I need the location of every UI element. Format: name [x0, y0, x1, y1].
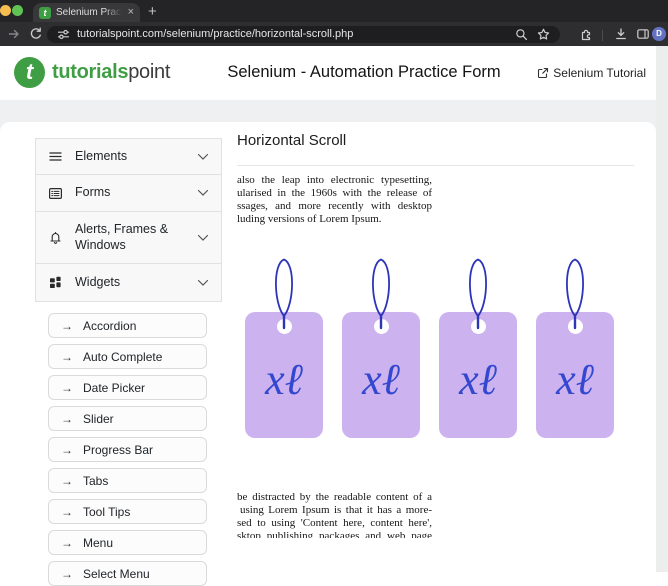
bookmark-star-icon[interactable]: [537, 28, 550, 41]
tutorialspoint-favicon: t: [39, 6, 51, 19]
widgets-grid-icon: [48, 275, 63, 290]
site-settings-icon[interactable]: [57, 28, 70, 41]
tab-title: Selenium Practice - Horizonta: [56, 7, 125, 18]
text-line: ssages, and more recently with desktop: [237, 200, 432, 212]
text-line: ularised in the 1960s with the release o…: [237, 187, 432, 199]
tag-string-loop: [461, 254, 495, 330]
logo-text-bold: tutorials: [52, 61, 129, 83]
tag-size-label: xℓ: [556, 355, 594, 404]
sidebar-button-label: Progress Bar: [83, 442, 154, 457]
arrow-right-icon: →: [61, 442, 73, 457]
text-line: luding versions of Lorem Ipsum.: [237, 213, 382, 225]
extensions-icon[interactable]: [579, 27, 593, 41]
sidebar-button-label: Select Menu: [83, 566, 150, 581]
sidebar-button-slider[interactable]: → Slider: [48, 406, 207, 431]
sidebar-button-progress-bar[interactable]: → Progress Bar: [48, 437, 207, 462]
sidebar-button-label: Tool Tips: [83, 504, 131, 519]
page-title: Selenium - Automation Practice Form: [227, 63, 501, 81]
sidebar-button-date-picker[interactable]: → Date Picker: [48, 375, 207, 400]
bell-icon: [48, 230, 63, 245]
sidebar-button-label: Date Picker: [83, 380, 146, 395]
arrow-right-icon: →: [61, 535, 73, 550]
sidebar-button-label: Accordion: [83, 318, 137, 333]
tag-size-label: xℓ: [459, 355, 497, 404]
arrow-right-icon: →: [61, 349, 73, 364]
sidebar-button-label: Auto Complete: [83, 349, 163, 364]
heading-divider: [237, 165, 634, 166]
tutorialspoint-logo-text[interactable]: tutorialspoint: [52, 61, 170, 84]
tab-close-icon[interactable]: ×: [128, 7, 134, 18]
selenium-tutorial-link[interactable]: Selenium Tutorial: [537, 66, 646, 80]
zoom-icon[interactable]: [515, 28, 528, 41]
sidebar-button-menu[interactable]: → Menu: [48, 530, 207, 555]
sidebar-button-tool-tips[interactable]: → Tool Tips: [48, 499, 207, 524]
text-line: also the leap into electronic typesettin…: [237, 174, 432, 186]
list-icon: [48, 149, 63, 164]
xl-price-tag: xℓ: [245, 254, 323, 438]
xl-price-tag: xℓ: [342, 254, 420, 438]
address-bar[interactable]: tutorialspoint.com/selenium/practice/hor…: [47, 25, 560, 43]
scroll-text-top[interactable]: also the leap into electronic typesettin…: [237, 174, 432, 226]
reload-icon[interactable]: [29, 27, 43, 41]
sidebar-item-alerts-frames-windows[interactable]: Alerts, Frames & Windows: [36, 212, 221, 264]
sidebar-panel-icon[interactable]: [636, 27, 650, 41]
sidebar-button-label: Slider: [83, 411, 114, 426]
sidebar-section-label: Forms: [75, 185, 111, 200]
sidebar-button-label: Tabs: [83, 473, 109, 488]
text-line: be distracted by the readable content of…: [237, 491, 432, 503]
sidebar-button-auto-complete[interactable]: → Auto Complete: [48, 344, 207, 369]
browser-tab[interactable]: t Selenium Practice - Horizonta ×: [33, 3, 140, 22]
arrow-right-icon: →: [61, 380, 73, 395]
site-header: t tutorialspoint Selenium - Automation P…: [0, 46, 656, 100]
forward-arrow-icon[interactable]: [7, 27, 21, 41]
fullscreen-traffic-light[interactable]: [12, 5, 23, 16]
text-line-clipped: sktop publishing packages and web page: [237, 530, 432, 538]
chevron-down-icon: [197, 279, 209, 287]
tutorialspoint-logo-icon[interactable]: t: [14, 57, 45, 88]
sidebar-button-accordion[interactable]: → Accordion: [48, 313, 207, 338]
sidebar-button-select-menu[interactable]: → Select Menu: [48, 561, 207, 586]
sidebar-section-label: Elements: [75, 148, 128, 163]
sidebar-item-elements[interactable]: Elements: [36, 139, 221, 175]
tag-string-loop: [267, 254, 301, 330]
selenium-tutorial-label: Selenium Tutorial: [553, 66, 646, 80]
arrow-right-icon: →: [61, 504, 73, 519]
arrow-right-icon: →: [61, 411, 73, 426]
text-line: using Lorem Ipsum is that it has a more-: [240, 504, 432, 516]
toolbar-divider: [602, 30, 603, 41]
sidebar-item-widgets[interactable]: Widgets: [36, 264, 221, 301]
arrow-right-icon: →: [61, 473, 73, 488]
url-text[interactable]: tutorialspoint.com/selenium/practice/hor…: [77, 28, 515, 40]
arrow-right-icon: →: [61, 566, 73, 581]
download-icon[interactable]: [614, 27, 628, 41]
scroll-text-bottom[interactable]: be distracted by the readable content of…: [237, 491, 432, 538]
arrow-right-icon: →: [61, 318, 73, 333]
chevron-down-icon: [197, 234, 209, 242]
page-scrollbar-gutter[interactable]: [656, 46, 668, 572]
chevron-down-icon: [197, 189, 209, 197]
sidebar-section-label: Alerts, Frames & Windows: [75, 221, 169, 252]
tag-size-label: xℓ: [362, 355, 400, 404]
sidebar-section-label: Widgets: [75, 274, 121, 289]
browser-tab-strip: t Selenium Practice - Horizonta × +: [0, 0, 668, 22]
external-link-icon: [537, 67, 549, 79]
tag-string-loop: [364, 254, 398, 330]
new-tab-button[interactable]: +: [148, 2, 157, 21]
text-line: sed to using 'Content here, content here…: [237, 517, 432, 529]
content-heading: Horizontal Scroll: [237, 132, 347, 149]
sidebar-accordion: Elements Forms Alerts, Frames & Windows …: [35, 138, 222, 302]
browser-toolbar: tutorialspoint.com/selenium/practice/hor…: [0, 22, 668, 46]
form-card-icon: [48, 186, 63, 201]
sidebar-item-forms[interactable]: Forms: [36, 175, 221, 212]
tag-string-loop: [558, 254, 592, 330]
xl-price-tag: xℓ: [439, 254, 517, 438]
xl-price-tag: xℓ: [536, 254, 614, 438]
chevron-down-icon: [197, 153, 209, 161]
profile-avatar[interactable]: D: [652, 27, 666, 41]
sidebar-button-label: Menu: [83, 535, 114, 550]
sidebar-button-tabs[interactable]: → Tabs: [48, 468, 207, 493]
logo-text-light: point: [128, 61, 171, 83]
tag-size-label: xℓ: [265, 355, 303, 404]
minimize-traffic-light[interactable]: [0, 5, 11, 16]
